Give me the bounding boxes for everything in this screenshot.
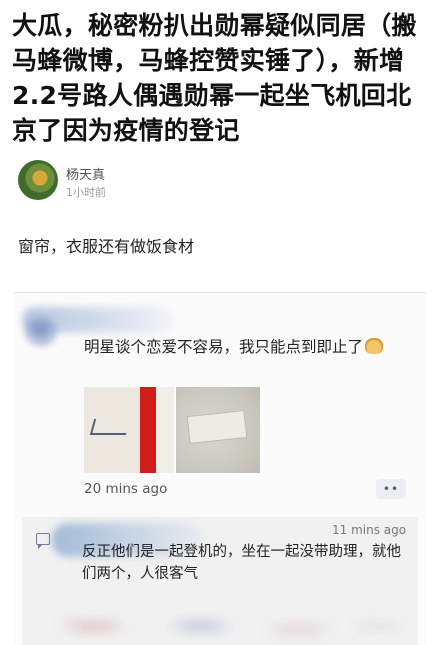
more-options-button[interactable]: •• bbox=[376, 479, 406, 499]
comment-body: 明星谈个恋爱不容易，我只能点到即止了 bbox=[84, 335, 414, 359]
avatar[interactable] bbox=[18, 160, 58, 200]
comment-timestamp: 20 mins ago bbox=[84, 481, 168, 497]
comment-photo-1[interactable] bbox=[84, 387, 174, 473]
post-timestamp: 1小时前 bbox=[66, 186, 106, 199]
handwriting-mark bbox=[89, 419, 131, 435]
doge-emoji-icon bbox=[365, 338, 384, 354]
comment-bubble-icon bbox=[36, 533, 50, 549]
comment-photo-2[interactable] bbox=[176, 387, 260, 473]
author-name[interactable]: 杨天真 bbox=[66, 164, 105, 183]
post-body-text: 窗帘，衣服还有做饭食材 bbox=[18, 237, 195, 256]
paper-note bbox=[186, 410, 248, 444]
blurred-avatar bbox=[24, 317, 58, 347]
reply-box: 11 mins ago 反正他们是一起登机的，坐在一起没带助理，就他们两个，人很… bbox=[22, 517, 418, 645]
reply-text: 反正他们是一起登机的，坐在一起没带助理，就他们两个，人很客气 bbox=[82, 544, 401, 582]
comment-text: 明星谈个恋爱不容易，我只能点到即止了 bbox=[84, 338, 364, 356]
reply-timestamp: 11 mins ago bbox=[332, 523, 407, 537]
embedded-comment-screenshot: 明星谈个恋爱不容易，我只能点到即止了 20 mins ago •• 11 min… bbox=[14, 292, 426, 645]
post-title: 大瓜，秘密粉扒出勋幂疑似同居（搬马蜂微博，马蜂控赞实锤了），新增2.2号路人偶遇… bbox=[12, 11, 417, 145]
blurred-bottom-area bbox=[22, 595, 418, 645]
